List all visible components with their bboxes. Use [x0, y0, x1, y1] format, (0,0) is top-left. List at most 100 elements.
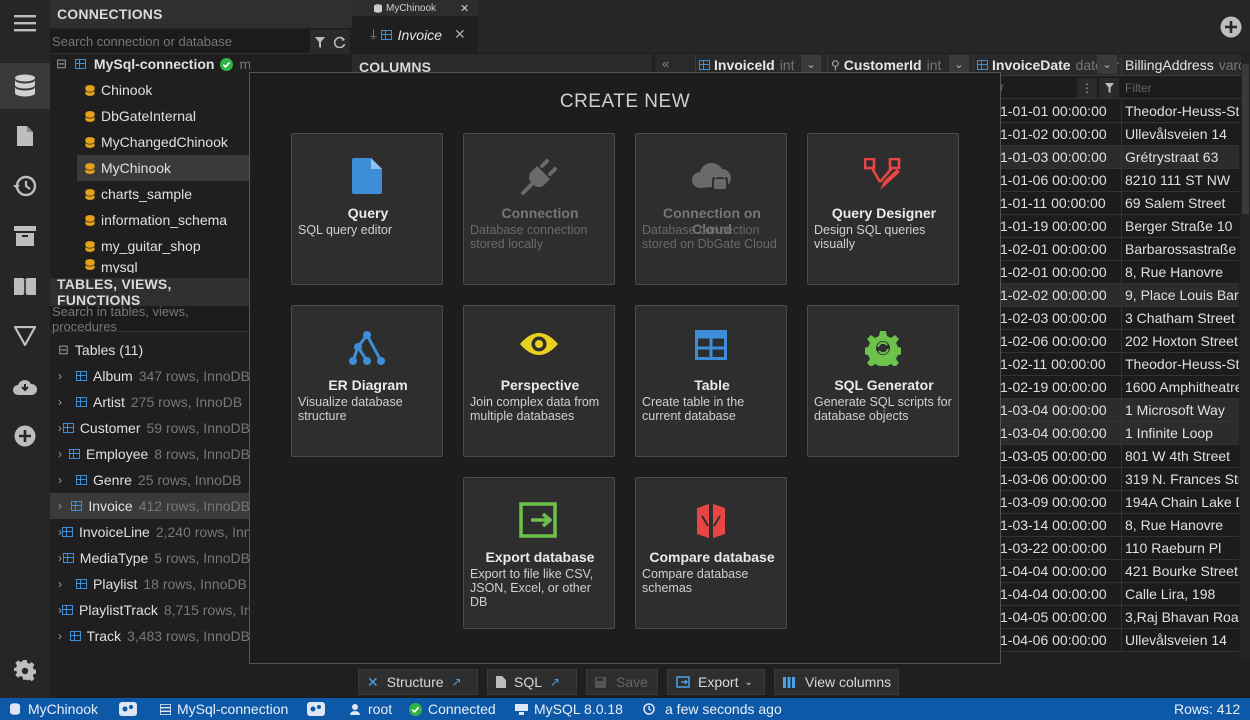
invoice-date-cell[interactable]: 1-03-04 00:00:00: [1000, 399, 1120, 422]
billing-address-cell[interactable]: 1 Infinite Loop: [1121, 422, 1239, 445]
invoice-date-cell[interactable]: 1-02-11 00:00:00: [1000, 353, 1120, 376]
collapse-icon[interactable]: ⊟: [56, 56, 67, 72]
table-item[interactable]: › MediaType 5 rows, InnoDB: [50, 545, 250, 571]
close-icon[interactable]: ✕: [460, 2, 469, 15]
table-item[interactable]: › Artist 275 rows, InnoDB: [50, 389, 250, 415]
table-row[interactable]: 1-03-22 00:00:00 110 Raeburn Pl: [999, 537, 1239, 560]
create-er-diagram-card[interactable]: ER Diagram Visualize database structure: [291, 305, 443, 457]
add-icon[interactable]: [0, 413, 50, 459]
status-database[interactable]: MyChinook: [10, 698, 98, 720]
palette-icon[interactable]: [119, 698, 137, 720]
chevron-right-icon[interactable]: ›: [58, 473, 76, 487]
chevron-right-icon[interactable]: ›: [58, 577, 76, 591]
create-connection-on-cloud-card[interactable]: Connection on Cloud Database connection s…: [635, 133, 787, 285]
table-row[interactable]: 1-01-02 00:00:00 Ullevålsveien 14: [999, 123, 1239, 146]
create-query-designer-card[interactable]: Query Designer Design SQL queries visuall…: [807, 133, 959, 285]
close-icon[interactable]: ✕: [454, 26, 466, 43]
view-columns-button[interactable]: View columns: [774, 669, 899, 695]
create-query-card[interactable]: Query SQL query editor: [291, 133, 443, 285]
billing-address-cell[interactable]: Calle Lira, 198: [1121, 583, 1239, 606]
table-item[interactable]: ›InvoiceLine2,240 rows, InnoDB: [50, 519, 250, 545]
invoice-date-cell[interactable]: 1-04-04 00:00:00: [1000, 560, 1120, 583]
billing-address-cell[interactable]: 1600 Amphitheatre: [1121, 376, 1239, 399]
book-icon[interactable]: [0, 263, 50, 309]
table-row[interactable]: 1-04-05 00:00:00 3,Raj Bhavan Roa: [999, 606, 1239, 629]
invoice-date-cell[interactable]: 1-03-22 00:00:00: [1000, 537, 1120, 560]
invoice-date-cell[interactable]: 1-03-06 00:00:00: [1000, 468, 1120, 491]
billing-address-cell[interactable]: 202 Hoxton Street: [1121, 330, 1239, 353]
connection-item[interactable]: ⊟ MySql-connection mysql: [50, 51, 250, 77]
database-item[interactable]: MyChangedChinook: [50, 129, 250, 155]
invoice-date-cell[interactable]: 1-01-11 00:00:00: [1000, 192, 1120, 215]
table-row[interactable]: 1-02-02 00:00:00 9, Place Louis Bar: [999, 284, 1239, 307]
table-row[interactable]: 1-04-04 00:00:00 Calle Lira, 198: [999, 583, 1239, 606]
chevron-right-icon[interactable]: ›: [58, 395, 76, 409]
pin-icon[interactable]: ⍊: [370, 28, 377, 41]
invoice-date-cell[interactable]: 1-02-03 00:00:00: [1000, 307, 1120, 330]
billing-address-cell[interactable]: Barbarossastraße: [1121, 238, 1239, 261]
database-item[interactable]: MyChinook: [77, 155, 250, 181]
billing-address-cell[interactable]: 3,Raj Bhavan Roa: [1121, 606, 1239, 629]
table-item[interactable]: › Genre 25 rows, InnoDB: [50, 467, 250, 493]
chevron-down-icon[interactable]: ⌄: [1097, 55, 1117, 74]
table-row[interactable]: 1-03-04 00:00:00 1 Microsoft Way: [999, 399, 1239, 422]
table-row[interactable]: 1-01-06 00:00:00 8210 111 ST NW: [999, 169, 1239, 192]
filter-icon[interactable]: [310, 30, 330, 54]
billing-address-cell[interactable]: 3 Chatham Street: [1121, 307, 1239, 330]
billing-address-cell[interactable]: 319 N. Frances Str: [1121, 468, 1239, 491]
billing-address-cell[interactable]: Berger Straße 10: [1121, 215, 1239, 238]
table-item[interactable]: › Employee 8 rows, InnoDB: [50, 441, 250, 467]
database-icon[interactable]: [0, 63, 50, 109]
create-sql-generator-card[interactable]: SQL Generator Generate SQL scripts for da…: [807, 305, 959, 457]
invoice-date-cell[interactable]: 1-01-06 00:00:00: [1000, 169, 1120, 192]
billing-address-cell[interactable]: Grétrystraat 63: [1121, 146, 1239, 169]
table-row[interactable]: 1-03-05 00:00:00 801 W 4th Street: [999, 445, 1239, 468]
invoice-date-cell[interactable]: 1-01-03 00:00:00: [1000, 146, 1120, 169]
invoice-date-cell[interactable]: 1-04-06 00:00:00: [1000, 629, 1120, 652]
database-item[interactable]: my_guitar_shop: [50, 233, 250, 259]
invoice-date-cell[interactable]: 1-02-02 00:00:00: [1000, 284, 1120, 307]
table-item[interactable]: › Invoice 412 rows, InnoDB: [50, 493, 250, 519]
invoice-date-cell[interactable]: 1-03-14 00:00:00: [1000, 514, 1120, 537]
table-row[interactable]: 1-04-06 00:00:00 Ullevålsveien 14: [999, 629, 1239, 652]
export-button[interactable]: Export ⌄: [667, 669, 765, 695]
table-item[interactable]: › Playlist 18 rows, InnoDB: [50, 571, 250, 597]
invoice-date-cell[interactable]: 1-01-19 00:00:00: [1000, 215, 1120, 238]
billing-address-cell[interactable]: Theodor-Heuss-Str: [1121, 353, 1239, 376]
create-compare-database-card[interactable]: Compare database Compare database schemas: [635, 477, 787, 629]
billing-address-cell[interactable]: 110 Raeburn Pl: [1121, 537, 1239, 560]
palette-icon[interactable]: [307, 698, 325, 720]
table-item[interactable]: › Track 3,483 rows, InnoDB: [50, 623, 250, 649]
table-item[interactable]: ›PlaylistTrack8,715 rows, InnoDB: [50, 597, 250, 623]
chevron-right-icon[interactable]: ›: [58, 499, 71, 513]
database-item[interactable]: mysql: [50, 259, 250, 273]
objects-search-input[interactable]: Search in tables, views, procedures: [50, 304, 250, 334]
billing-address-cell[interactable]: Ullevålsveien 14: [1121, 629, 1239, 652]
add-tab-icon[interactable]: [1219, 15, 1243, 39]
table-row[interactable]: 1-03-14 00:00:00 8, Rue Hanovre: [999, 514, 1239, 537]
collapse-icon[interactable]: ⊟: [58, 342, 69, 358]
structure-button[interactable]: ✕ Structure ↗: [358, 669, 478, 695]
table-row[interactable]: 1-01-19 00:00:00 Berger Straße 10: [999, 215, 1239, 238]
billing-address-cell[interactable]: 421 Bourke Street: [1121, 560, 1239, 583]
status-connection[interactable]: MySql-connection: [160, 698, 288, 720]
table-row[interactable]: 1-04-04 00:00:00 421 Bourke Street: [999, 560, 1239, 583]
database-item[interactable]: charts_sample: [50, 181, 250, 207]
menu-icon[interactable]: [0, 0, 50, 46]
invoice-date-cell[interactable]: 1-02-06 00:00:00: [1000, 330, 1120, 353]
tab-invoice[interactable]: ⍊ Invoice ✕: [352, 16, 478, 53]
invoice-date-cell[interactable]: 1-04-05 00:00:00: [1000, 606, 1120, 629]
scrollbar[interactable]: [1241, 54, 1250, 660]
table-item[interactable]: › Customer 59 rows, InnoDB: [50, 415, 250, 441]
file-icon[interactable]: [0, 113, 50, 159]
tables-group[interactable]: ⊟ Tables (11): [50, 337, 250, 363]
chevron-right-icon[interactable]: ›: [58, 629, 70, 643]
create-export-database-card[interactable]: Export database Export to file like CSV, …: [463, 477, 615, 629]
table-row[interactable]: 1-03-09 00:00:00 194A Chain Lake D: [999, 491, 1239, 514]
chevron-right-icon[interactable]: ›: [58, 369, 76, 383]
database-item[interactable]: information_schema: [50, 207, 250, 233]
table-row[interactable]: 1-03-04 00:00:00 1 Infinite Loop: [999, 422, 1239, 445]
table-row[interactable]: 1-03-06 00:00:00 319 N. Frances Str: [999, 468, 1239, 491]
sql-button[interactable]: SQL ↗: [487, 669, 577, 695]
table-row[interactable]: 1-01-03 00:00:00 Grétrystraat 63: [999, 146, 1239, 169]
